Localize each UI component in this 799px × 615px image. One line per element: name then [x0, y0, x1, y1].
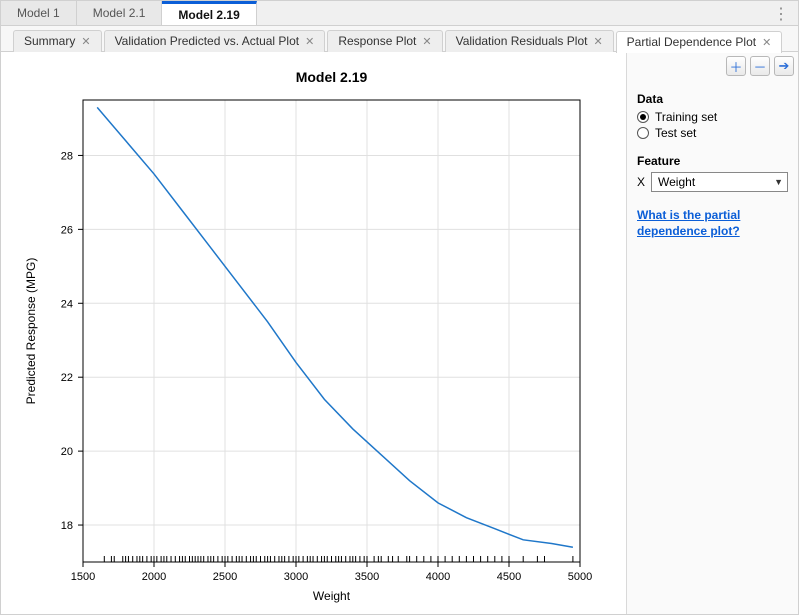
minus-icon: －: [753, 57, 766, 76]
model-tab-3[interactable]: Model 2.19: [162, 1, 256, 25]
svg-text:28: 28: [61, 150, 73, 162]
plot-tab-validation-predicted[interactable]: Validation Predicted vs. Actual Plot ✕: [104, 30, 326, 52]
svg-text:22: 22: [61, 372, 73, 384]
model-tab-label: Model 2.19: [178, 8, 239, 22]
close-icon[interactable]: ✕: [305, 35, 314, 48]
model-tab-bar: Model 1 Model 2.1 Model 2.19 ⋮: [1, 1, 798, 26]
plot-tab-label: Validation Residuals Plot: [456, 34, 588, 48]
svg-text:Weight: Weight: [313, 589, 351, 603]
svg-text:2000: 2000: [142, 571, 166, 583]
svg-text:3500: 3500: [355, 571, 379, 583]
expand-button[interactable]: ＋: [726, 56, 746, 76]
plot-tab-validation-residuals[interactable]: Validation Residuals Plot ✕: [445, 30, 614, 52]
arrow-right-icon: ➔: [779, 58, 790, 74]
plot-tab-response[interactable]: Response Plot ✕: [327, 30, 442, 52]
side-panel: ＋ － ➔ Data Training set Test set: [626, 52, 798, 614]
model-tab-label: Model 1: [17, 6, 60, 20]
plus-icon: ＋: [729, 57, 742, 76]
close-icon[interactable]: ✕: [81, 35, 90, 48]
svg-text:26: 26: [61, 224, 73, 236]
feature-section-title: Feature: [637, 154, 788, 168]
feature-axis-label: X: [637, 175, 645, 189]
chevron-down-icon: ▼: [774, 177, 783, 187]
radio-training-set[interactable]: Training set: [637, 110, 788, 124]
close-icon[interactable]: ✕: [422, 35, 431, 48]
plot-tab-pdp[interactable]: Partial Dependence Plot ✕: [616, 31, 783, 53]
svg-text:18: 18: [61, 520, 73, 532]
plot-tab-summary[interactable]: Summary ✕: [13, 30, 102, 52]
model-tab-label: Model 2.1: [93, 6, 146, 20]
plot-tab-bar: Summary ✕ Validation Predicted vs. Actua…: [1, 26, 798, 52]
radio-label: Test set: [655, 126, 696, 140]
radio-test-set[interactable]: Test set: [637, 126, 788, 140]
help-link[interactable]: What is the partial dependence plot?: [637, 208, 788, 239]
svg-text:5000: 5000: [568, 571, 592, 583]
plot-tab-label: Response Plot: [338, 34, 416, 48]
svg-text:4500: 4500: [497, 571, 521, 583]
panel-toolbar: ＋ － ➔: [627, 52, 798, 80]
svg-text:3000: 3000: [284, 571, 308, 583]
svg-text:20: 20: [61, 446, 73, 458]
pdp-chart: Model 2.19 1500 2000 2500 3000 3500 4000 4500 50…: [5, 60, 619, 614]
feature-dropdown[interactable]: Weight ▼: [651, 172, 788, 192]
collapse-button[interactable]: －: [750, 56, 770, 76]
radio-icon: [637, 111, 649, 123]
data-section-title: Data: [637, 92, 788, 106]
svg-text:Model 2.19: Model 2.19: [296, 69, 368, 85]
chart-area: Model 2.19 1500 2000 2500 3000 3500 4000 4500 50…: [1, 52, 626, 614]
popout-button[interactable]: ➔: [774, 56, 794, 76]
close-icon[interactable]: ✕: [593, 35, 602, 48]
model-tab-1[interactable]: Model 1: [1, 1, 77, 25]
radio-icon: [637, 127, 649, 139]
svg-text:4000: 4000: [426, 571, 450, 583]
plot-tab-label: Partial Dependence Plot: [627, 35, 756, 49]
svg-text:2500: 2500: [213, 571, 237, 583]
svg-text:24: 24: [61, 298, 73, 310]
close-icon[interactable]: ✕: [762, 36, 771, 49]
plot-tab-label: Summary: [24, 34, 75, 48]
svg-text:Predicted Response (MPG): Predicted Response (MPG): [24, 258, 38, 405]
svg-text:1500: 1500: [71, 571, 95, 583]
kebab-menu-icon[interactable]: ⋮: [773, 4, 790, 24]
plot-tab-label: Validation Predicted vs. Actual Plot: [115, 34, 300, 48]
model-tab-2[interactable]: Model 2.1: [77, 1, 163, 25]
radio-label: Training set: [655, 110, 717, 124]
feature-dropdown-value: Weight: [658, 175, 695, 189]
